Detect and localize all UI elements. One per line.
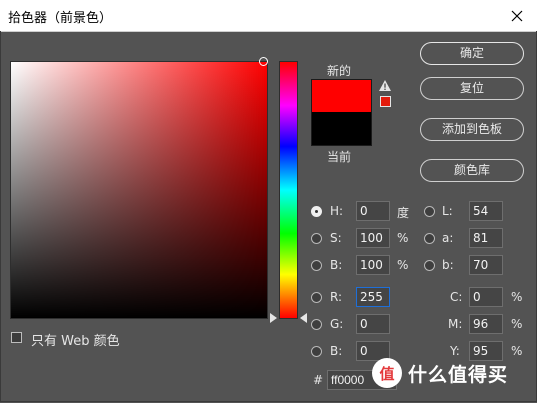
label-hex: # — [313, 373, 324, 387]
magenta-input[interactable] — [469, 314, 503, 334]
hue-slider-left-handle-icon[interactable] — [270, 313, 277, 323]
new-color-label: 新的 — [327, 64, 352, 78]
watermark-logo: 值 — [372, 358, 402, 388]
label-brightness: B: — [330, 258, 343, 272]
label-lab-b: b: — [442, 258, 454, 272]
hue-slider-right-handle-icon[interactable] — [300, 313, 307, 323]
cyan-input[interactable] — [469, 287, 503, 307]
window-title: 拾色器（前景色） — [8, 11, 113, 26]
radio-h[interactable] — [311, 206, 322, 217]
ok-button[interactable]: 确定 — [420, 42, 524, 65]
radio-g[interactable] — [311, 319, 322, 330]
unit-percent-c: % — [511, 290, 523, 304]
web-only-label: 只有 Web 颜色 — [31, 334, 120, 349]
new-color-swatch — [311, 79, 372, 113]
watermark-text: 什么值得买 — [408, 363, 509, 386]
label-c: C: — [450, 290, 463, 304]
saturation-input[interactable] — [356, 228, 390, 248]
label-m: M: — [448, 317, 463, 331]
hue-input[interactable] — [356, 201, 390, 221]
label-h: H: — [330, 204, 344, 218]
color-field-cursor[interactable] — [259, 57, 268, 66]
lab-l-input[interactable] — [469, 201, 503, 221]
radio-l[interactable] — [424, 206, 435, 217]
label-g: G: — [330, 317, 344, 331]
add-to-swatches-button[interactable]: 添加到色板 — [420, 118, 524, 141]
color-field[interactable] — [10, 61, 268, 319]
label-blue: B: — [330, 344, 343, 358]
hue-slider[interactable] — [279, 61, 298, 319]
label-l: L: — [442, 204, 453, 218]
green-input[interactable] — [356, 314, 390, 334]
current-color-label: 当前 — [327, 150, 352, 164]
watermark: 值 什么值得买 — [372, 358, 508, 388]
web-only-checkbox[interactable] — [11, 332, 22, 343]
unit-percent-m: % — [511, 317, 523, 331]
label-r: R: — [330, 290, 343, 304]
color-libraries-button[interactable]: 颜色库 — [420, 159, 524, 182]
unit-percent-s: % — [397, 231, 409, 245]
current-color-swatch[interactable] — [311, 112, 372, 146]
label-y: Y: — [450, 344, 460, 358]
warning-icon[interactable] — [378, 79, 392, 92]
radio-r[interactable] — [311, 292, 322, 303]
watermark-logo-char: 值 — [379, 364, 395, 383]
label-a: a: — [442, 231, 454, 245]
reset-button[interactable]: 复位 — [420, 77, 524, 100]
close-button[interactable] — [497, 0, 537, 31]
radio-blue[interactable] — [311, 346, 322, 357]
out-of-gamut-swatch[interactable] — [380, 96, 391, 107]
close-icon — [511, 10, 523, 21]
lab-a-input[interactable] — [469, 228, 503, 248]
red-input[interactable] — [356, 287, 390, 307]
title-bar: 拾色器（前景色） — [0, 0, 537, 32]
unit-degrees: 度 — [397, 206, 410, 220]
radio-s[interactable] — [311, 233, 322, 244]
brightness-input[interactable] — [356, 255, 390, 275]
unit-percent-b: % — [397, 258, 409, 272]
lab-b-input[interactable] — [469, 255, 503, 275]
radio-brightness[interactable] — [311, 260, 322, 271]
radio-a[interactable] — [424, 233, 435, 244]
label-s: S: — [330, 231, 342, 245]
unit-percent-y: % — [511, 344, 523, 358]
radio-lab-b[interactable] — [424, 260, 435, 271]
